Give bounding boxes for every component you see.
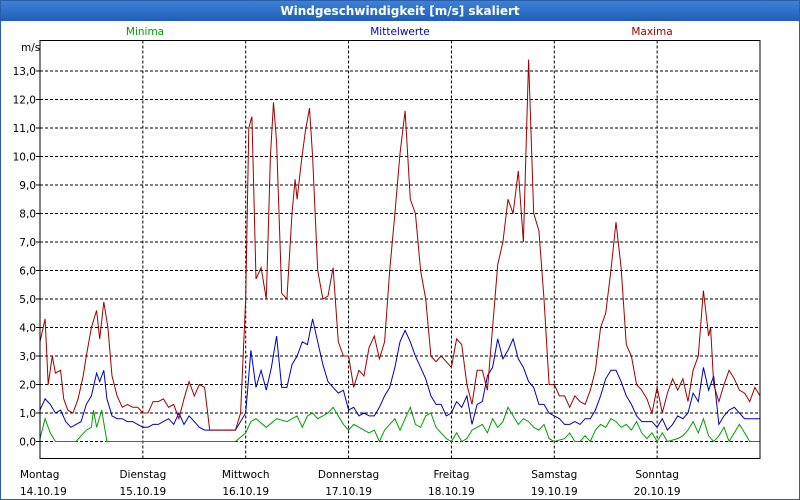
legend: Minima Mittelwerte Maxima: [126, 26, 673, 38]
x-tick-day: Donnerstag: [318, 469, 379, 481]
legend-item-minima: Minima: [126, 26, 164, 38]
x-tick-date: 17.10.19: [325, 486, 372, 498]
y-tick-label: 12,0: [13, 95, 36, 107]
y-tick-label: 9,0: [19, 180, 36, 192]
x-tick-date: 20.10.19: [634, 486, 681, 498]
legend-item-maxima: Maxima: [631, 26, 672, 38]
series-line-maxima: [39, 59, 761, 431]
x-tick-day: Dienstag: [119, 469, 166, 481]
y-tick-label: 8,0: [19, 209, 36, 221]
x-tick-day: Freitag: [433, 469, 469, 481]
x-tick-date: 15.10.19: [119, 486, 166, 498]
plot-area-border: [39, 40, 761, 459]
x-axis-ticks: Montag 14.10.19 Dienstag 15.10.19 Mittwoch 16…: [20, 469, 681, 498]
y-tick-label: 1,0: [19, 408, 36, 420]
y-tick-label: 13,0: [13, 66, 36, 78]
y-tick-label: 11,0: [13, 123, 36, 135]
x-tick-day: Mittwoch: [222, 469, 270, 481]
y-tick-label: 3,0: [19, 351, 36, 363]
x-tick-date: 16.10.19: [222, 486, 269, 498]
y-axis-label: m/s: [21, 42, 40, 54]
x-tick-day: Samstag: [531, 469, 577, 481]
y-tick-label: 2,0: [19, 380, 36, 392]
x-tick-date: 19.10.19: [531, 486, 578, 498]
y-axis-ticks: 0,0 1,0 2,0 3,0 4,0 5,0 6,0 7,0 8,0 9,0 10,0 11,0 12…: [13, 66, 40, 449]
x-tick-date: 14.10.19: [20, 486, 67, 498]
y-tick-label: 10,0: [13, 152, 36, 164]
legend-item-mittelwerte: Mittelwerte: [370, 26, 430, 38]
x-tick-date: 18.10.19: [428, 486, 475, 498]
x-tick-day: Sonntag: [635, 469, 679, 481]
x-tick-day: Montag: [20, 469, 59, 481]
grid: [40, 40, 760, 459]
y-tick-label: 0,0: [19, 437, 36, 449]
y-tick-label: 4,0: [19, 323, 36, 335]
y-tick-label: 7,0: [19, 237, 36, 249]
y-tick-label: 5,0: [19, 294, 36, 306]
y-tick-label: 6,0: [19, 266, 36, 278]
chart-canvas: 0,0 1,0 2,0 3,0 4,0 5,0 6,0 7,0 8,0 9,0 10,0 11,0 12…: [13, 26, 761, 498]
